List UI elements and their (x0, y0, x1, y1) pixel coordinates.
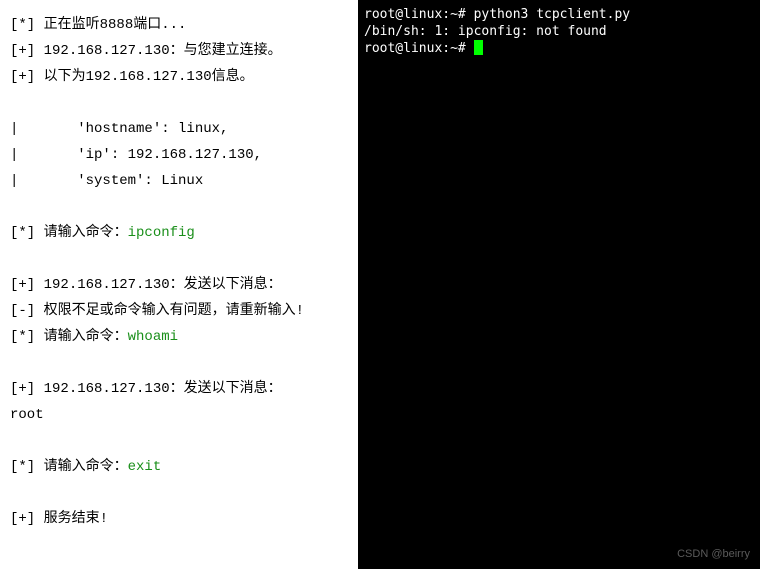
server-output-pane: [*] 正在监听8888端口... [+] 192.168.127.130：与您… (0, 0, 358, 569)
blank-line (10, 350, 358, 376)
end-line: [+] 服务结束! (10, 506, 358, 532)
marker-plus: [+] (10, 277, 44, 293)
cursor-icon (474, 40, 483, 55)
prompt-line-1[interactable]: [*] 请输入命令：ipconfig (10, 220, 358, 246)
msg-text: 192.168.127.130：发送以下消息： (44, 381, 282, 397)
output-root: root (10, 402, 358, 428)
prompt-text: 请输入命令： (44, 329, 128, 345)
blank-line (10, 90, 358, 116)
error-text: 权限不足或命令输入有问题，请重新输入! (44, 303, 304, 319)
prompt-line-2[interactable]: [*] 请输入命令：whoami (10, 324, 358, 350)
blank-line (10, 194, 358, 220)
info-header-text: 以下为192.168.127.130信息。 (44, 69, 254, 85)
command-input[interactable]: whoami (128, 329, 178, 345)
info-system: | 'system': Linux (10, 168, 358, 194)
marker-plus: [+] (10, 381, 44, 397)
terminal-error-line: /bin/sh: 1: ipconfig: not found (364, 23, 760, 40)
msg-line-2: [+] 192.168.127.130：发送以下消息： (10, 376, 358, 402)
connect-text: 192.168.127.130：与您建立连接。 (44, 43, 282, 59)
command-input[interactable]: ipconfig (128, 225, 195, 241)
terminal-line-3[interactable]: root@linux:~# (364, 40, 760, 57)
listen-line: [*] 正在监听8888端口... (10, 12, 358, 38)
blank-line (10, 428, 358, 454)
marker-plus: [+] (10, 69, 44, 85)
marker-star: [*] (10, 329, 44, 345)
shell-command: python3 tcpclient.py (474, 7, 631, 22)
error-line: [-] 权限不足或命令输入有问题，请重新输入! (10, 298, 358, 324)
watermark-text: CSDN @beirry (677, 546, 750, 563)
info-hostname: | 'hostname': linux, (10, 116, 358, 142)
msg-line-1: [+] 192.168.127.130：发送以下消息： (10, 272, 358, 298)
prompt-text: 请输入命令： (44, 225, 128, 241)
info-ip: | 'ip': 192.168.127.130, (10, 142, 358, 168)
prompt-text: 请输入命令： (44, 459, 128, 475)
connect-line: [+] 192.168.127.130：与您建立连接。 (10, 38, 358, 64)
marker-star: [*] (10, 225, 44, 241)
msg-text: 192.168.127.130：发送以下消息： (44, 277, 282, 293)
shell-prompt: root@linux:~# (364, 41, 474, 56)
marker-plus: [+] (10, 511, 44, 527)
shell-prompt: root@linux:~# (364, 7, 474, 22)
marker-star: [*] (10, 17, 44, 33)
prompt-line-3[interactable]: [*] 请输入命令：exit (10, 454, 358, 480)
command-input[interactable]: exit (128, 459, 162, 475)
blank-line (10, 246, 358, 272)
marker-minus: [-] (10, 303, 44, 319)
terminal-pane[interactable]: root@linux:~# python3 tcpclient.py /bin/… (358, 0, 760, 569)
listen-text: 正在监听8888端口... (44, 17, 187, 33)
end-text: 服务结束! (44, 511, 108, 527)
info-header-line: [+] 以下为192.168.127.130信息。 (10, 64, 358, 90)
marker-star: [*] (10, 459, 44, 475)
marker-plus: [+] (10, 43, 44, 59)
terminal-line-1: root@linux:~# python3 tcpclient.py (364, 6, 760, 23)
blank-line (10, 480, 358, 506)
